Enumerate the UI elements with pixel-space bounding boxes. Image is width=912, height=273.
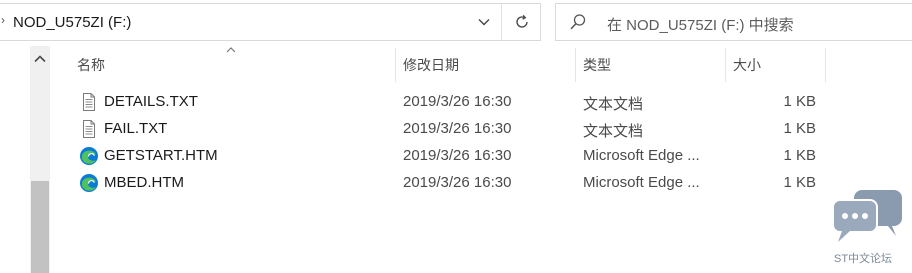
scroll-up-button[interactable] [30,46,50,72]
edge-icon [79,146,99,166]
text-file-icon [79,92,99,112]
text-file-icon [79,119,99,139]
address-history-dropdown[interactable] [468,4,500,40]
file-row[interactable]: DETAILS.TXT 2019/3/26 16:30 文本文档 1 KB [51,89,831,116]
file-row[interactable]: GETSTART.HTM 2019/3/26 16:30 Microsoft E… [51,143,831,170]
column-divider[interactable] [825,48,826,82]
scrollbar-thumb[interactable] [31,181,49,273]
file-modified: 2019/3/26 16:30 [403,147,512,164]
breadcrumb-chevron-icon[interactable]: › [1,13,5,27]
file-modified: 2019/3/26 16:30 [403,120,512,137]
file-size: 1 KB [783,120,816,137]
address-path[interactable]: NOD_U575ZI (F:) [13,14,131,31]
file-row[interactable]: FAIL.TXT 2019/3/26 16:30 文本文档 1 KB [51,116,831,143]
navigation-pane-scrollbar[interactable] [30,46,50,273]
file-type: Microsoft Edge ... [583,174,700,191]
file-size: 1 KB [783,93,816,110]
file-name[interactable]: DETAILS.TXT [104,93,198,110]
column-headers: 名称 修改日期 类型 大小 [51,46,912,84]
explorer-toolbar: › NOD_U575ZI (F:) 在 NOD_U575ZI (F:) 中搜索 [0,0,912,46]
chevron-down-icon [478,19,490,26]
refresh-icon [515,14,528,28]
file-row[interactable]: MBED.HTM 2019/3/26 16:30 Microsoft Edge … [51,170,831,197]
column-header-size[interactable]: 大小 [733,46,761,84]
sort-ascending-icon [226,47,236,53]
watermark-text: ST中文论坛 [834,253,893,265]
file-name[interactable]: FAIL.TXT [104,120,167,137]
address-bar[interactable]: › NOD_U575ZI (F:) [0,3,541,41]
search-input[interactable]: 在 NOD_U575ZI (F:) 中搜索 [607,14,794,35]
column-header-type[interactable]: 类型 [583,46,611,84]
column-divider[interactable] [725,48,726,82]
watermark: ST中文论坛 [830,186,910,270]
chevron-up-icon [34,55,46,63]
file-name[interactable]: MBED.HTM [104,174,184,191]
file-name[interactable]: GETSTART.HTM [104,147,218,164]
file-type: 文本文档 [583,96,644,113]
file-modified: 2019/3/26 16:30 [403,174,512,191]
column-header-modified[interactable]: 修改日期 [403,46,459,84]
column-header-name[interactable]: 名称 [77,46,105,84]
search-icon [570,14,586,30]
edge-icon [79,173,99,193]
file-type: Microsoft Edge ... [583,147,700,164]
refresh-button[interactable] [502,4,541,40]
file-size: 1 KB [783,147,816,164]
search-box[interactable]: 在 NOD_U575ZI (F:) 中搜索 [555,3,912,41]
file-size: 1 KB [783,174,816,191]
column-divider[interactable] [575,48,576,82]
file-modified: 2019/3/26 16:30 [403,93,512,110]
chat-bubbles-icon [832,190,902,242]
column-divider[interactable] [395,48,396,82]
file-type: 文本文档 [583,123,644,140]
